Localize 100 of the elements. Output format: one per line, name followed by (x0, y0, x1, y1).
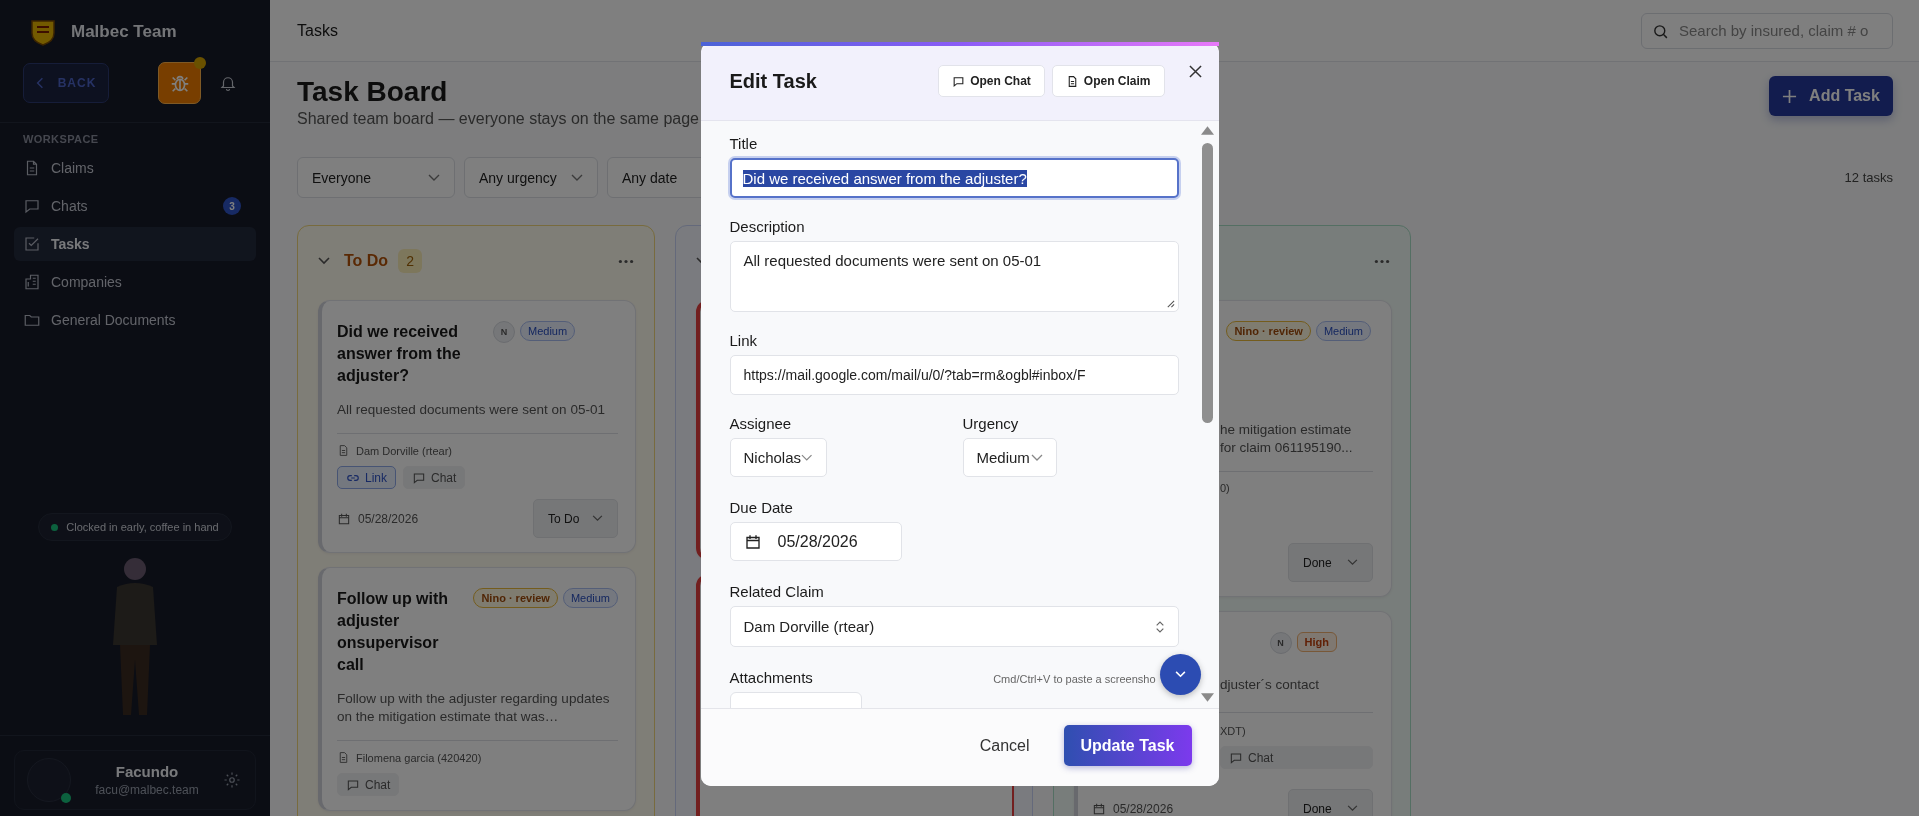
board-subtitle: Shared team board — everyone stays on the same page (297, 110, 699, 128)
search-field[interactable]: Search by insured, claim # o (1641, 12, 1893, 49)
task-card[interactable]: Did we received answer from the adjuster? N Medium All requested documents were sent on 05-01 Dam Dorville (rtear) Link Chat 05/28/2026 To Do (318, 300, 636, 553)
update-task-button[interactable]: Update Task (1063, 725, 1192, 766)
task-description: Follow up with the adjuster regarding updates on the mitigation estimate that was… (337, 690, 611, 726)
count-badge: 3 (223, 197, 241, 215)
nav-item[interactable]: General Documents (14, 303, 256, 337)
chat-icon (412, 470, 426, 485)
board-title: Task Board (297, 75, 449, 109)
header-button[interactable]: Open Chat (938, 65, 1045, 97)
document-icon (337, 444, 350, 457)
count-badge: 2 (398, 249, 422, 273)
scroll-up-arrow-icon[interactable] (1201, 126, 1214, 135)
tag: High (1296, 632, 1337, 652)
cancel-button[interactable]: Cancel (973, 735, 1036, 756)
tag: Nino · review (1226, 321, 1311, 341)
scroll-down-button[interactable] (1159, 654, 1201, 695)
link-input[interactable]: https://mail.google.com/mail/u/0/?tab=rm&ogbl#inbox/F (729, 355, 1179, 395)
chevron-down-icon (592, 515, 603, 522)
calendar-icon (337, 511, 351, 526)
bell-icon[interactable] (219, 74, 237, 92)
scrollbar-thumb[interactable] (1202, 143, 1213, 423)
chevron-down-icon (1030, 453, 1043, 462)
building-icon (23, 273, 41, 291)
user-avatar (27, 758, 71, 802)
nav-item[interactable]: Claims (14, 151, 256, 185)
assignee-avatar: N (493, 321, 515, 343)
user-name: Facundo (115, 763, 179, 780)
task-description: All requested documents were sent on 05-01 (337, 401, 606, 419)
settings-icon[interactable] (223, 771, 241, 789)
filter-dropdown[interactable]: Everyone (297, 157, 455, 198)
date-input[interactable]: 05/28/2026 (729, 522, 902, 561)
card-action-button[interactable]: Chat (1220, 746, 1373, 769)
claim-name: 0) (1220, 482, 1231, 494)
chevron-down-icon (1347, 805, 1358, 812)
claim-name: XDT) (1220, 725, 1247, 737)
claim-name: Filomena garcia (420420) (356, 751, 482, 764)
status-message: Clocked in early, coffee in hand (38, 513, 232, 541)
chat-icon (1229, 750, 1243, 765)
card-action-button[interactable]: Chat (403, 466, 466, 489)
field-label: Description (729, 218, 806, 235)
field-label: Due Date (729, 499, 794, 516)
task-title: Did we received answer from the adjuster? (337, 322, 462, 386)
search-icon (1652, 22, 1669, 40)
assignee-avatar: N (1269, 632, 1292, 654)
column-title: To Do (344, 252, 389, 270)
chevron-down-icon (801, 453, 813, 462)
status-dropdown[interactable]: To Do (533, 499, 618, 538)
field-label: Attachments (729, 669, 813, 686)
more-icon[interactable] (618, 258, 634, 264)
close-icon[interactable] (1188, 64, 1202, 78)
task-description: he mitigation estimate (1220, 421, 1353, 439)
card-action-button[interactable]: Link (337, 466, 396, 489)
section-label: WORKSPACE (22, 132, 100, 147)
chevron-left-icon (35, 77, 44, 89)
tag: Medium (1315, 321, 1371, 341)
chevron-down-icon (571, 173, 583, 182)
task-description: for claim 061195190... (1220, 439, 1354, 457)
more-icon[interactable] (1374, 258, 1390, 264)
field-label: Urgency (962, 415, 1020, 432)
resize-handle-icon[interactable] (1165, 299, 1175, 308)
urgency-select[interactable]: Medium (962, 438, 1057, 477)
task-count: 12 tasks (1844, 170, 1893, 185)
bug-report-button[interactable] (158, 62, 201, 104)
user-card[interactable]: Facundo facu@malbec.team (14, 750, 256, 810)
calendar-icon (743, 532, 762, 551)
chat-icon (23, 197, 41, 215)
chevron-down-icon (428, 173, 440, 182)
claim-name: Dam Dorville (rtear) (356, 444, 452, 457)
page-title: Tasks (297, 21, 338, 40)
chevron-down-icon[interactable] (318, 257, 330, 265)
task-card[interactable]: Follow up with adjuster onsupervisor call Nino · review Medium Follow up with the adjuster regarding updates on the mitigation estimate that was… Filomena garcia (420420) Chat (318, 567, 636, 811)
chevron-down-icon (1174, 671, 1186, 678)
title-input[interactable]: Did we received answer from the adjuster? (729, 158, 1179, 198)
assignee-select[interactable]: Nicholas (729, 438, 827, 477)
claim-select[interactable]: Dam Dorville (rtear) (729, 606, 1179, 647)
filter-dropdown[interactable]: Any urgency (464, 157, 598, 198)
description-textarea[interactable]: All requested documents were sent on 05-01 (729, 241, 1179, 312)
nav-item[interactable]: Companies (14, 265, 256, 299)
card-action-button[interactable]: Chat (337, 773, 400, 796)
field-label: Related Claim (729, 583, 825, 600)
calendar-icon (1092, 801, 1106, 816)
document-icon (337, 751, 350, 764)
add-task-button[interactable]: Add Task (1769, 76, 1893, 116)
nav-item[interactable]: Tasks (14, 227, 256, 261)
chevron-down-icon (1347, 559, 1358, 566)
field-label: Assignee (729, 415, 793, 432)
header-button[interactable]: Open Claim (1051, 65, 1165, 97)
task-description: djuster´s contact (1220, 676, 1321, 694)
due-date: 05/28/2026 (358, 511, 419, 526)
scroll-down-arrow-icon[interactable] (1201, 693, 1214, 702)
up-down-chevron-icon (1154, 619, 1165, 634)
status-dropdown[interactable]: Done (1288, 789, 1373, 816)
chat-icon (952, 74, 966, 88)
team-name: Malbec Team (71, 22, 177, 42)
tag: Nino · review (473, 588, 558, 608)
field-label: Title (729, 135, 759, 152)
user-email: facu@malbec.team (95, 783, 199, 797)
status-dropdown[interactable]: Done (1288, 543, 1373, 582)
nav-item[interactable]: Chats 3 (14, 189, 256, 223)
